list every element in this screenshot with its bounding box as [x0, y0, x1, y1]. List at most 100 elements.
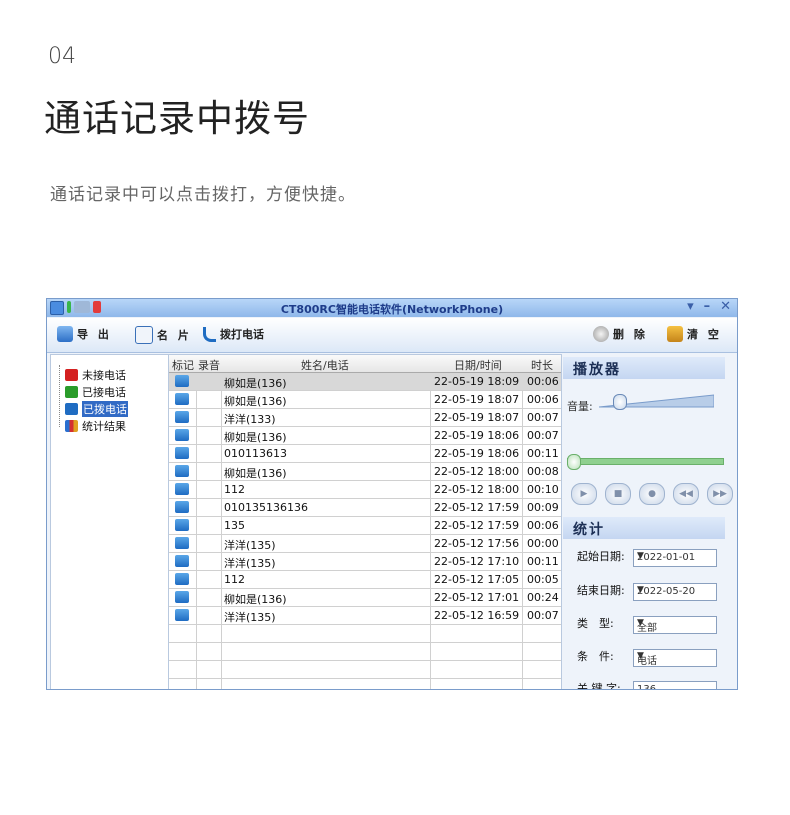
cell-name: 112: [224, 573, 245, 586]
table-row[interactable]: [169, 661, 561, 679]
column-header-record[interactable]: 录音: [198, 357, 220, 373]
cell-date: 22-05-19 18:07: [434, 411, 520, 424]
tree-item-missed[interactable]: 未接电话: [65, 367, 126, 383]
export-label: 导 出: [77, 328, 112, 341]
table-row[interactable]: [169, 625, 561, 643]
table-header: 标记 录音 姓名/电话 日期/时间 时长: [169, 355, 561, 373]
cell-duration: 00:10: [527, 483, 559, 496]
chevron-down-icon[interactable]: ▼: [637, 551, 713, 561]
clear-label: 清 空: [687, 328, 722, 341]
export-button[interactable]: 导 出: [57, 326, 112, 342]
volume-knob[interactable]: [613, 394, 627, 410]
outgoing-call-icon: [175, 393, 189, 405]
column-header-name[interactable]: 姓名/电话: [301, 357, 349, 373]
cell-date: 22-05-12 17:05: [434, 573, 520, 586]
keyword-input[interactable]: 136: [633, 681, 717, 690]
cell-duration: 00:11: [527, 555, 559, 568]
tree-item-received[interactable]: 已接电话: [65, 384, 126, 400]
previous-icon[interactable]: ◀◀: [673, 483, 699, 505]
tree-item-stats[interactable]: 统计结果: [65, 418, 126, 434]
cell-name: 柳如是(136): [224, 593, 287, 606]
chevron-down-icon[interactable]: ▼: [637, 651, 713, 661]
end-date-label: 结束日期:: [577, 584, 625, 597]
condition-select[interactable]: 电话 ▼: [633, 649, 717, 667]
outgoing-call-icon: [175, 429, 189, 441]
table-row[interactable]: 柳如是(136) 22-05-12 17:01 00:24: [169, 589, 561, 607]
table-row[interactable]: [169, 643, 561, 661]
cell-duration: 00:06: [527, 375, 559, 388]
business-card-icon: [135, 326, 153, 344]
next-icon[interactable]: ▶▶: [707, 483, 733, 505]
cell-date: 22-05-12 18:00: [434, 465, 520, 478]
table-row[interactable]: 010135136136 22-05-12 17:59 00:09: [169, 499, 561, 517]
stats-title: 统计: [573, 522, 605, 538]
table-row[interactable]: 洋洋(135) 22-05-12 16:59 00:07: [169, 607, 561, 625]
chevron-down-icon[interactable]: ▼: [637, 618, 713, 628]
table-row[interactable]: 柳如是(136) 22-05-19 18:09 00:06: [169, 373, 561, 391]
cell-duration: 00:24: [527, 591, 559, 604]
table-row[interactable]: 柳如是(136) 22-05-19 18:06 00:07: [169, 427, 561, 445]
play-icon[interactable]: ▶: [571, 483, 597, 505]
outgoing-call-icon: [175, 411, 189, 423]
outgoing-call-icon: [175, 573, 189, 585]
cell-date: 22-05-12 17:59: [434, 519, 520, 532]
delete-button[interactable]: 删 除: [593, 326, 648, 342]
progress-track[interactable]: [567, 458, 724, 465]
outgoing-call-icon: [175, 501, 189, 513]
table-row[interactable]: 135 22-05-12 17:59 00:06: [169, 517, 561, 535]
close-icon[interactable]: ✕: [720, 299, 731, 314]
stop-icon[interactable]: ●: [639, 483, 665, 505]
step-number: 04: [48, 44, 76, 69]
outgoing-call-icon: [175, 447, 189, 459]
cell-duration: 00:07: [527, 429, 559, 442]
menu-dropdown-icon[interactable]: ▾: [687, 299, 694, 314]
export-icon: [57, 326, 73, 342]
pause-icon[interactable]: ■: [605, 483, 631, 505]
outgoing-call-icon: [175, 537, 189, 549]
column-header-mark[interactable]: 标记: [172, 357, 194, 373]
end-date-picker[interactable]: 2022-05-20 ▼: [633, 583, 717, 601]
clear-button[interactable]: 清 空: [667, 326, 722, 342]
table-row[interactable]: 010113613 22-05-19 18:06 00:11: [169, 445, 561, 463]
type-select[interactable]: 全部 ▼: [633, 616, 717, 634]
card-label: 名 片: [157, 329, 192, 342]
outgoing-call-icon: [175, 591, 189, 603]
start-date-picker[interactable]: 2022-01-01 ▼: [633, 549, 717, 567]
cell-name: 柳如是(136): [224, 377, 287, 390]
table-row[interactable]: 112 22-05-12 17:05 00:05: [169, 571, 561, 589]
column-header-date[interactable]: 日期/时间: [454, 357, 502, 373]
page-description: 通话记录中可以点击拨打，方便快捷。: [50, 185, 356, 205]
trash-icon: [667, 326, 683, 342]
table-row[interactable]: 洋洋(135) 22-05-12 17:10 00:11: [169, 553, 561, 571]
table-row[interactable]: 洋洋(133) 22-05-19 18:07 00:07: [169, 409, 561, 427]
outgoing-call-icon: [175, 555, 189, 567]
cell-name: 洋洋(133): [224, 413, 276, 426]
player-header: 播放器: [563, 357, 725, 379]
table-row[interactable]: 柳如是(136) 22-05-12 18:00 00:08: [169, 463, 561, 481]
progress-knob[interactable]: [567, 454, 581, 470]
cell-name: 135: [224, 519, 245, 532]
tree-item-dialed[interactable]: 已拨电话: [65, 401, 128, 417]
cell-date: 22-05-19 18:07: [434, 393, 520, 406]
table-row[interactable]: 洋洋(135) 22-05-12 17:56 00:00: [169, 535, 561, 553]
column-header-duration[interactable]: 时长: [531, 357, 553, 373]
table-row[interactable]: 柳如是(136) 22-05-19 18:07 00:06: [169, 391, 561, 409]
table-row[interactable]: [169, 679, 561, 689]
card-button[interactable]: 名 片: [135, 326, 192, 344]
table-row[interactable]: 112 22-05-12 18:00 00:10: [169, 481, 561, 499]
dial-button[interactable]: 拨打电话: [203, 326, 264, 342]
keyword-value: 136: [637, 684, 657, 690]
outgoing-call-icon: [175, 465, 189, 477]
cell-date: 22-05-12 17:01: [434, 591, 520, 604]
start-date-label: 起始日期:: [577, 550, 625, 563]
cell-date: 22-05-19 18:06: [434, 447, 520, 460]
cell-duration: 00:06: [527, 519, 559, 532]
dial-label: 拨打电话: [220, 328, 264, 341]
outgoing-call-icon: [175, 519, 189, 531]
minimize-icon[interactable]: –: [704, 299, 711, 314]
phone-handset-icon: [203, 326, 216, 342]
chevron-down-icon[interactable]: ▼: [637, 585, 713, 595]
cell-duration: 00:00: [527, 537, 559, 550]
cell-date: 22-05-12 18:00: [434, 483, 520, 496]
stats-header: 统计: [563, 517, 725, 539]
